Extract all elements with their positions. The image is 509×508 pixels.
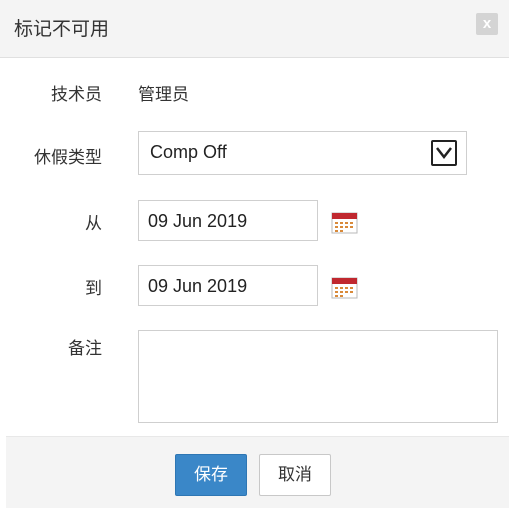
- to-label: 到: [85, 279, 102, 299]
- leave-type-label: 休假类型: [34, 148, 102, 168]
- from-label: 从: [85, 214, 102, 234]
- leave-type-select[interactable]: Comp Off: [138, 131, 467, 175]
- notes-textarea[interactable]: [138, 330, 498, 423]
- close-button[interactable]: x: [476, 13, 498, 35]
- dialog-header: 标记不可用 x: [0, 0, 509, 58]
- calendar-icon[interactable]: [331, 277, 358, 299]
- to-date-input[interactable]: 09 Jun 2019: [138, 265, 318, 306]
- leave-type-selected: Comp Off: [150, 142, 227, 162]
- save-button[interactable]: 保存: [175, 454, 247, 496]
- calendar-icon[interactable]: [331, 212, 358, 234]
- from-date-input[interactable]: 09 Jun 2019: [138, 200, 318, 241]
- to-date-value: 09 Jun 2019: [148, 276, 248, 296]
- dialog-title: 标记不可用: [14, 18, 110, 40]
- dialog-footer: [6, 436, 509, 508]
- chevron-down-icon[interactable]: [431, 140, 457, 166]
- technician-label: 技术员: [51, 85, 102, 105]
- cancel-button[interactable]: 取消: [259, 454, 331, 496]
- technician-value: 管理员: [138, 85, 189, 105]
- from-date-value: 09 Jun 2019: [148, 211, 248, 231]
- notes-label: 备注: [68, 339, 102, 359]
